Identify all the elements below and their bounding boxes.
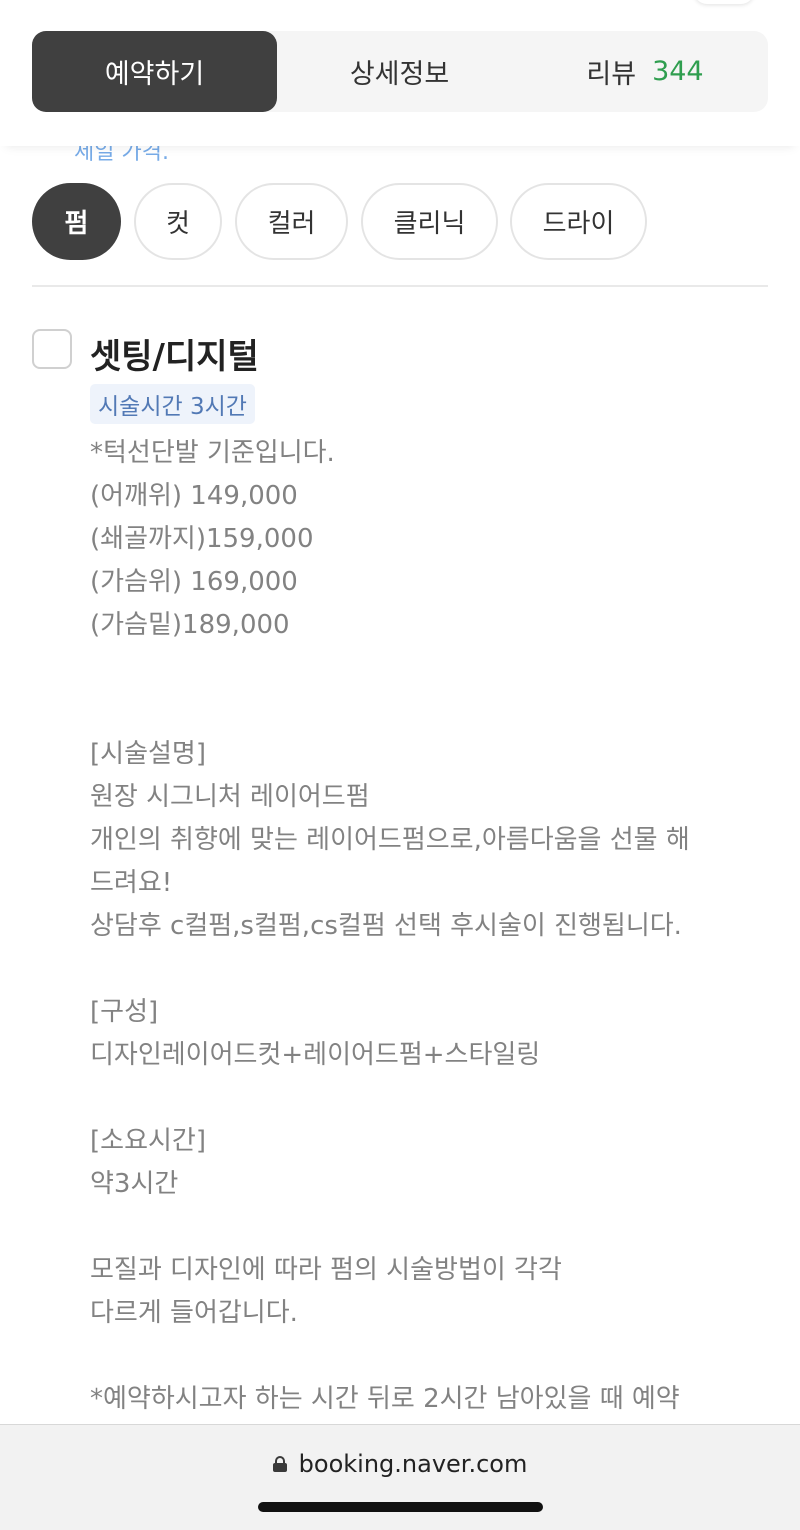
chip-color[interactable]: 컬러 xyxy=(235,183,348,260)
tab-reservation-label: 예약하기 xyxy=(104,59,205,90)
tab-details[interactable]: 상세정보 xyxy=(277,31,522,112)
description-line: [구성] xyxy=(90,997,159,1027)
description-line: 상담후 c컬펌,s컬펌,cs컬펌 선택 후시술이 진행됩니다. xyxy=(90,911,682,941)
lock-icon xyxy=(272,1456,287,1472)
tab-details-label: 상세정보 xyxy=(349,59,450,90)
tab-reviews[interactable]: 리뷰 344 xyxy=(522,31,768,112)
top-tab-area: 예약하기 상세정보 리뷰 344 xyxy=(0,0,800,146)
description-line: (어깨위) 149,000 xyxy=(90,481,298,511)
duration-badge: 시술시간 3시간 xyxy=(90,384,255,424)
home-indicator xyxy=(258,1502,543,1512)
item-title: 셋팅/디지털 xyxy=(90,337,259,377)
url-bar[interactable]: booking.naver.com xyxy=(0,1450,800,1478)
description-line: 개인의 취향에 맞는 레이어드펌으로,아름다움을 선물 해 xyxy=(90,825,690,855)
description-line: 드려요! xyxy=(90,868,173,898)
description-line: *예약하시고자 하는 시간 뒤로 2시간 남아있을 때 예약 xyxy=(90,1384,680,1414)
description-line xyxy=(90,1335,770,1378)
description-line xyxy=(90,647,770,690)
top-handle xyxy=(694,0,754,4)
description-line xyxy=(90,948,770,991)
description-line xyxy=(90,1206,770,1249)
description-line: *턱선단발 기준입니다. xyxy=(90,438,335,468)
description-line: (가슴위) 169,000 xyxy=(90,567,298,597)
chip-perm[interactable]: 펌 xyxy=(32,183,121,260)
description-line: (가슴밑)189,000 xyxy=(90,610,290,640)
description-line: 다르게 들어갑니다. xyxy=(90,1298,298,1328)
tab-reservation[interactable]: 예약하기 xyxy=(32,31,277,112)
description-line: 약3시간 xyxy=(90,1169,179,1199)
url-text: booking.naver.com xyxy=(298,1450,528,1478)
chip-cut[interactable]: 컷 xyxy=(134,183,222,260)
description-line: (쇄골까지)159,000 xyxy=(90,524,314,554)
description-line: 디자인레이어드컷+레이어드펌+스타일링 xyxy=(90,1040,541,1070)
tab-reviews-label: 리뷰 xyxy=(586,59,637,90)
item-checkbox[interactable] xyxy=(32,329,72,369)
description-line: [소요시간] xyxy=(90,1126,206,1156)
description-line: 모질과 디자인에 따라 펌의 시술방법이 각각 xyxy=(90,1255,562,1285)
section-divider xyxy=(32,285,768,287)
description-line: 원장 시그니처 레이어드펌 xyxy=(90,782,370,812)
description-line: [시술설명] xyxy=(90,739,206,769)
chip-dry[interactable]: 드라이 xyxy=(510,183,647,260)
description-line xyxy=(90,690,770,733)
tab-bar: 예약하기 상세정보 리뷰 344 xyxy=(32,31,768,112)
description-line xyxy=(90,1077,770,1120)
item-description: *턱선단발 기준입니다. (어깨위) 149,000 (쇄골까지)159,000… xyxy=(90,432,770,1421)
chip-clinic[interactable]: 클리닉 xyxy=(361,183,498,260)
review-count: 344 xyxy=(652,56,704,87)
browser-bottom-bar: booking.naver.com xyxy=(0,1424,800,1530)
